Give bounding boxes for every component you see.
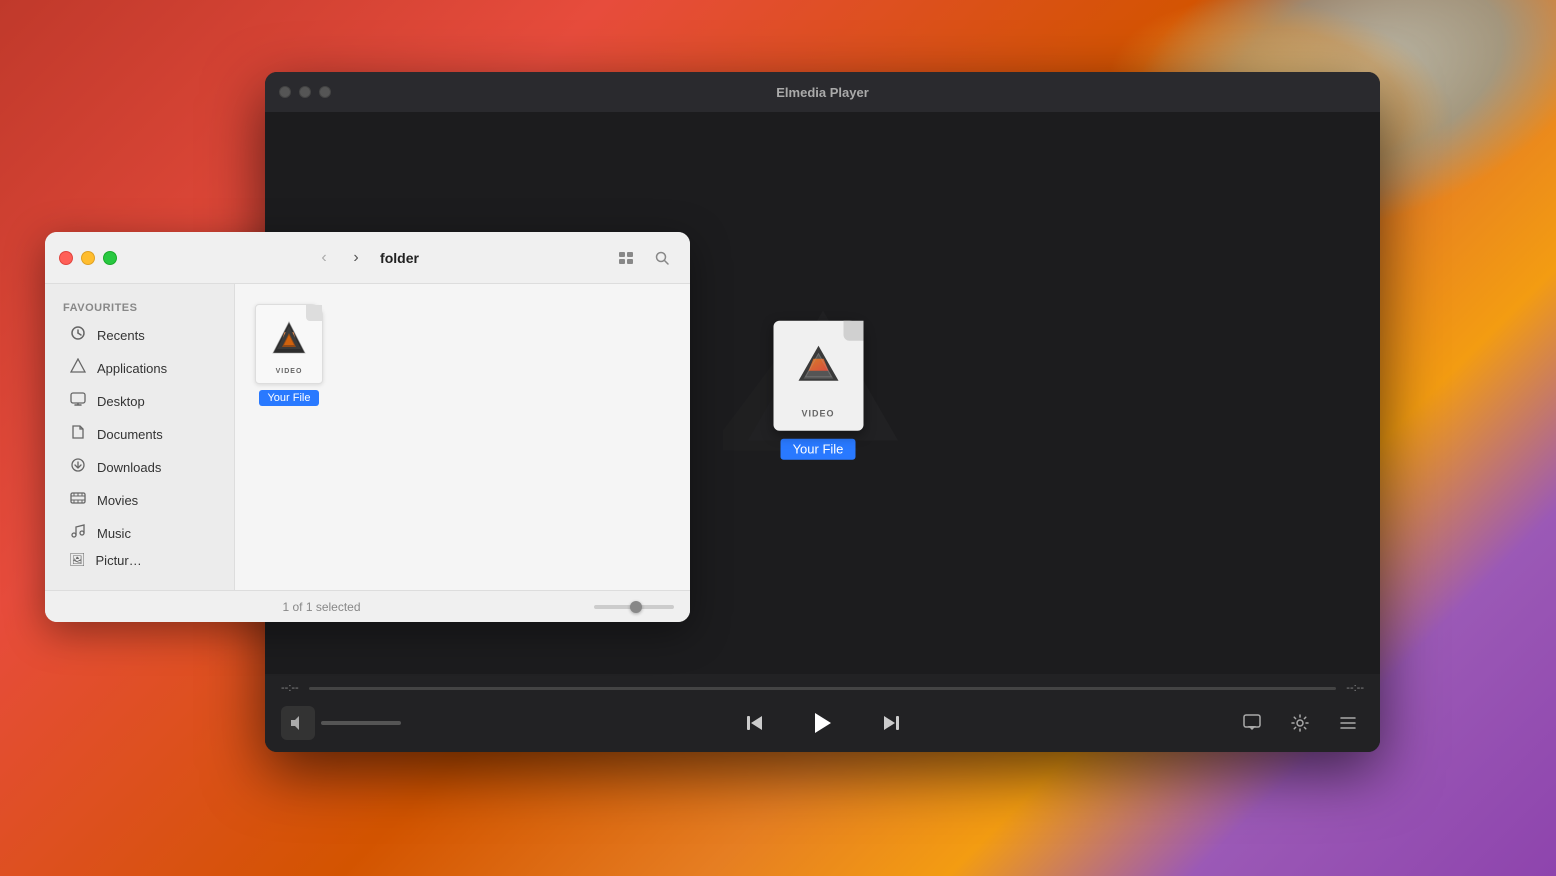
airplay-button[interactable] <box>1236 707 1268 739</box>
sidebar-label-music: Music <box>97 526 131 541</box>
zoom-track[interactable] <box>594 605 674 609</box>
music-icon <box>69 523 87 543</box>
playback-center <box>737 701 909 745</box>
player-close-button[interactable] <box>279 86 291 98</box>
pictures-icon: 🖼 <box>69 552 86 568</box>
zoom-thumb <box>630 601 642 613</box>
player-file-name-badge: Your File <box>781 439 856 460</box>
finder-body: Favourites Recents Applicatio <box>45 284 690 590</box>
file-item-your-file[interactable]: VIDEO Your File <box>255 304 323 406</box>
view-options-button[interactable] <box>612 244 640 272</box>
finder-window-controls <box>59 251 117 265</box>
downloads-icon <box>69 457 87 477</box>
sidebar-section-favourites: Favourites <box>45 296 234 318</box>
sidebar-item-music[interactable]: Music <box>51 517 228 549</box>
file-doc-small: VIDEO <box>255 304 323 384</box>
file-type-label-large: VIDEO <box>801 409 834 419</box>
nav-forward-button[interactable]: › <box>342 244 370 272</box>
finder-content: VIDEO Your File <box>235 284 690 590</box>
sidebar-item-downloads[interactable]: Downloads <box>51 451 228 483</box>
sidebar-label-applications: Applications <box>97 361 167 376</box>
finder-status-text: 1 of 1 selected <box>61 600 582 614</box>
sidebar-item-applications[interactable]: Applications <box>51 352 228 384</box>
controls-row <box>265 702 1380 752</box>
desktop-icon <box>69 391 87 411</box>
player-titlebar: Elmedia Player <box>265 72 1380 112</box>
time-elapsed: --:-- <box>281 682 299 694</box>
player-maximize-button[interactable] <box>319 86 331 98</box>
sidebar-item-desktop[interactable]: Desktop <box>51 385 228 417</box>
sidebar-label-movies: Movies <box>97 493 138 508</box>
player-window-controls <box>279 86 331 98</box>
volume-slider[interactable] <box>321 721 401 725</box>
next-button[interactable] <box>873 705 909 741</box>
sidebar-item-movies[interactable]: Movies <box>51 484 228 516</box>
applications-icon <box>69 358 87 378</box>
finder-window: ‹ › folder Favou <box>45 232 690 622</box>
file-type-badge: VIDEO <box>276 368 303 375</box>
finder-close-button[interactable] <box>59 251 73 265</box>
elmedia-logo-large <box>793 341 843 391</box>
sidebar-label-downloads: Downloads <box>97 460 161 475</box>
playlist-button[interactable] <box>1332 707 1364 739</box>
search-button[interactable] <box>648 244 676 272</box>
player-title: Elmedia Player <box>776 85 869 100</box>
settings-button[interactable] <box>1284 707 1316 739</box>
sidebar-item-pictures[interactable]: 🖼 Pictur… <box>51 550 228 570</box>
file-name-badge: Your File <box>259 390 318 406</box>
finder-nav: ‹ › folder <box>310 244 425 272</box>
sidebar-item-documents[interactable]: Documents <box>51 418 228 450</box>
player-minimize-button[interactable] <box>299 86 311 98</box>
finder-titlebar: ‹ › folder <box>45 232 690 284</box>
documents-icon <box>69 424 87 444</box>
progress-track[interactable] <box>309 687 1337 690</box>
finder-sidebar: Favourites Recents Applicatio <box>45 284 235 590</box>
sidebar-label-desktop: Desktop <box>97 394 145 409</box>
finder-minimize-button[interactable] <box>81 251 95 265</box>
sidebar-label-documents: Documents <box>97 427 163 442</box>
sidebar-label-recents: Recents <box>97 328 145 343</box>
time-total: --:-- <box>1346 682 1364 694</box>
player-controls-bar: --:-- --:-- <box>265 674 1380 752</box>
sidebar-item-recents[interactable]: Recents <box>51 319 228 351</box>
right-controls <box>1236 707 1364 739</box>
sidebar-label-pictures: Pictur… <box>96 553 142 568</box>
progress-bar-container: --:-- --:-- <box>265 674 1380 702</box>
volume-button[interactable] <box>281 706 315 740</box>
nav-back-button[interactable]: ‹ <box>310 244 338 272</box>
zoom-slider[interactable] <box>594 605 674 609</box>
player-file-display: VIDEO Your File <box>773 321 863 460</box>
player-file-doc-large: VIDEO <box>773 321 863 431</box>
movies-icon <box>69 490 87 510</box>
finder-folder-name: folder <box>380 250 419 266</box>
elmedia-logo-small <box>270 319 308 357</box>
finder-statusbar: 1 of 1 selected <box>45 590 690 622</box>
volume-section <box>281 706 401 740</box>
recents-icon <box>69 325 87 345</box>
finder-maximize-button[interactable] <box>103 251 117 265</box>
previous-button[interactable] <box>737 705 773 741</box>
volume-icon <box>289 714 307 732</box>
finder-toolbar-right <box>612 244 676 272</box>
play-button[interactable] <box>801 701 845 745</box>
